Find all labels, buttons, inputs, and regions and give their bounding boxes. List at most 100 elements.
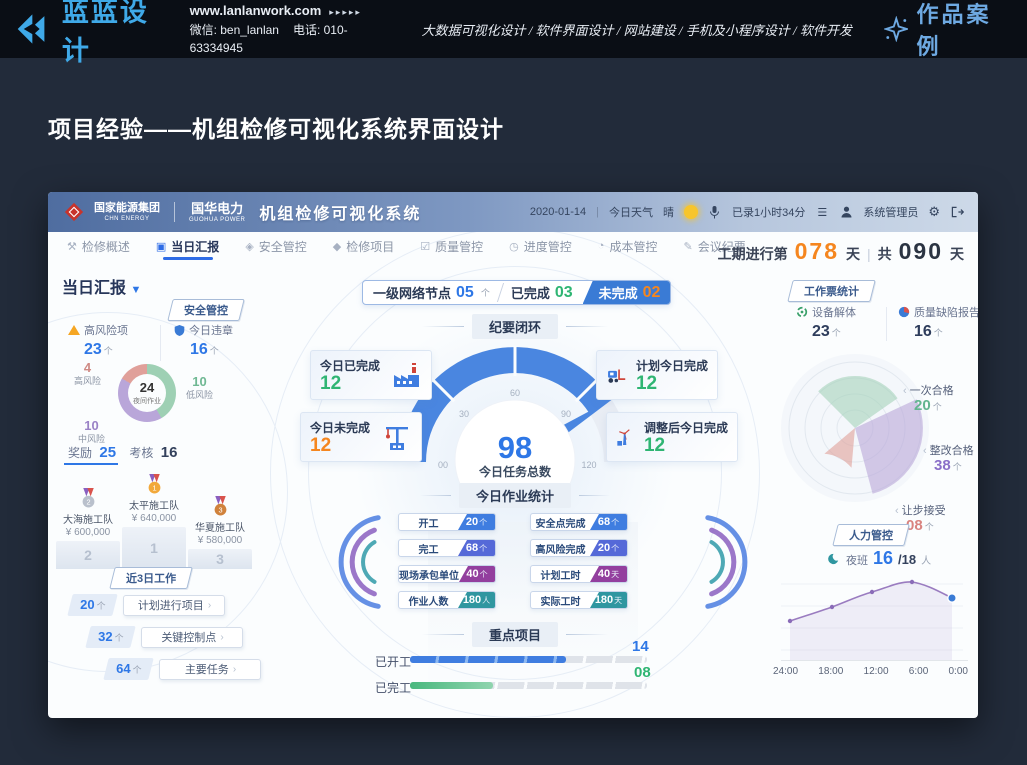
manpower-tag: 人力管控 <box>832 524 909 546</box>
donut-label-low-risk: 10 低风险 <box>186 374 213 400</box>
high-risk-stat: 高风险项 23个 <box>68 322 128 359</box>
card-done-today: 今日已完成 12 <box>310 350 432 400</box>
decor-line <box>422 634 464 635</box>
night-work-donut-chart: 24 夜间作业 <box>118 364 176 422</box>
tab-cost[interactable]: ◔成本管控 <box>585 232 671 260</box>
lanlan-logo[interactable]: 蓝蓝设计 <box>16 0 172 68</box>
recent-item-main-tasks[interactable]: 64个 主要任务› <box>106 658 261 680</box>
tab-progress[interactable]: ◷进度管控 <box>496 232 585 260</box>
check-icon: ☑ <box>420 240 430 253</box>
arc-decoration-left <box>326 512 386 612</box>
stat-pill-contractors: 现场承包单位 40个 <box>398 565 496 583</box>
sun-icon <box>684 205 698 219</box>
recycle-gear-icon <box>796 306 808 318</box>
count-chip: 32个 <box>85 626 136 648</box>
arrow-decoration: ▸▸▸▸▸ <box>329 7 362 17</box>
user-icon <box>839 205 853 219</box>
tab-safety[interactable]: ◈安全管控 <box>232 232 319 260</box>
node-total-segment: 一级网络节点 05 个 <box>363 281 500 304</box>
tab-quality[interactable]: ☑质量管控 <box>407 232 496 260</box>
chevron-right-icon: › <box>220 632 223 643</box>
recent-work-tag: 近3日工作 <box>109 567 193 589</box>
tower-crane-icon <box>382 423 412 451</box>
svg-text:30: 30 <box>459 409 469 419</box>
website-link[interactable]: www.lanlanwork.com <box>190 3 322 18</box>
quality-label-concession: ‹让步接受 <box>895 502 946 518</box>
node-undone-segment: 未完成 02 <box>583 281 671 304</box>
chevron-right-icon: › <box>208 600 211 611</box>
tab-projects[interactable]: ◆检修项目 <box>320 232 407 260</box>
stat-pill-started: 开工 20个 <box>398 513 496 531</box>
site-contact-block: www.lanlanwork.com▸▸▸▸▸ 微信: ben_lanlan电话… <box>190 1 404 57</box>
portfolio-label: 作品案例 <box>916 0 1011 61</box>
donut-label-mid-risk: 10 中风险 <box>78 418 105 444</box>
svg-text:90: 90 <box>561 409 571 419</box>
svg-text:1: 1 <box>152 483 156 492</box>
recent-item-planned-projects[interactable]: 20个 计划进行项目› <box>70 594 225 616</box>
reward-tab-underline <box>64 463 118 465</box>
stat-pill-workers: 作业人数 180人 <box>398 591 496 609</box>
schedule-unit: 天 <box>846 244 860 264</box>
svg-text:3: 3 <box>218 505 222 514</box>
system-title: 机组检修可视化系统 <box>259 200 421 224</box>
settings-gear-icon[interactable]: ⚙ <box>928 204 940 220</box>
network-node-banner: 一级网络节点 05 个 已完成 03 未完成 02 <box>362 280 671 305</box>
chn-energy-logo-icon <box>62 200 86 224</box>
pie-icon: ◔ <box>598 240 605 252</box>
stat-pill-finished: 完工 68个 <box>398 539 496 557</box>
shield-icon: ◈ <box>245 240 253 253</box>
svg-text:今日任务总数: 今日任务总数 <box>478 464 552 479</box>
decor-line <box>579 495 610 496</box>
schedule-prefix: 工期进行第 <box>718 244 788 264</box>
page-title: 项目经验——机组检修可视化系统界面设计 <box>48 110 504 144</box>
svg-text:98: 98 <box>498 430 532 465</box>
work-stats-title: 今日作业统计 <box>420 483 610 508</box>
chevron-right-icon: › <box>233 664 236 675</box>
bar-value-started: 14 <box>632 638 649 655</box>
weather-label: 今日天气 <box>609 204 653 220</box>
chevron-down-icon[interactable]: ▼ <box>130 284 141 296</box>
brand-company: 国华电力 GUOHUA POWER <box>189 202 245 223</box>
list-icon[interactable]: ☰ <box>815 205 829 219</box>
safety-control-tag: 安全管控 <box>167 299 244 321</box>
wechat-label: 微信: ben_lanlan <box>190 23 279 37</box>
shield-badge-icon <box>174 324 185 337</box>
stat-pill-highrisk-done: 高风险完成 20个 <box>530 539 628 557</box>
node-done-segment: 已完成 03 <box>501 281 583 304</box>
assess-tab[interactable]: 考核 16 <box>129 446 177 460</box>
schedule-total-unit: 天 <box>950 244 964 264</box>
svg-text:00: 00 <box>438 460 448 470</box>
work-ticket-tag: 工作票统计 <box>787 280 875 302</box>
schedule-counter: 工期进行第 078 天 | 共 090 天 <box>718 238 964 265</box>
reward-assess-row: 奖励 25 考核 16 <box>68 444 177 461</box>
card-undone-today: 今日未完成 12 <box>300 412 422 462</box>
stat-pill-planned-hours: 计划工时 40天 <box>530 565 628 583</box>
factory-icon <box>392 361 422 389</box>
svg-text:60: 60 <box>510 388 520 398</box>
decor-line <box>566 326 608 327</box>
podium-third: 3 华夏施工队 ¥ 580,000 3 <box>188 496 252 569</box>
panel-title-daily-report[interactable]: 当日汇报 ▼ <box>62 274 141 298</box>
microphone-icon[interactable] <box>708 205 722 219</box>
portfolio-page: 蓝蓝设计 www.lanlanwork.com ▸▸▸▸▸ 微信: ben_lan… <box>0 0 1027 765</box>
dashboard-screenshot: 国家能源集团 CHN ENERGY 国华电力 GUOHUA POWER 机组检修… <box>48 192 978 718</box>
tab-overview[interactable]: ⚒检修概述 <box>54 232 143 260</box>
quality-value-first-pass: 20个 <box>914 397 942 414</box>
reward-tab[interactable]: 奖励 25 <box>68 446 126 460</box>
decor-line <box>422 326 464 327</box>
forklift-icon <box>606 361 628 389</box>
chart-x-labels: 24:00 18:00 12:00 6:00 0:00 <box>773 666 968 677</box>
portfolio-link[interactable]: 作品案例 <box>884 0 1011 61</box>
tab-daily-report[interactable]: ▣当日汇报 <box>143 232 232 260</box>
stat-pill-actual-hours: 实际工时 180天 <box>530 591 628 609</box>
record-duration: 已录1小时34分 <box>732 204 805 220</box>
count-chip: 20个 <box>67 594 118 616</box>
card-adjusted-today: 调整后今日完成 12 <box>606 412 738 462</box>
violation-stat: 今日违章 16个 <box>174 322 233 359</box>
logout-icon[interactable] <box>950 205 964 219</box>
recent-item-key-control-points[interactable]: 32个 关键控制点› <box>88 626 243 648</box>
warning-triangle-icon <box>68 325 80 335</box>
podium-first: 1 太平施工队 ¥ 640,000 1 <box>122 474 186 569</box>
decor-line <box>566 634 608 635</box>
chart-axis-line <box>781 660 968 661</box>
